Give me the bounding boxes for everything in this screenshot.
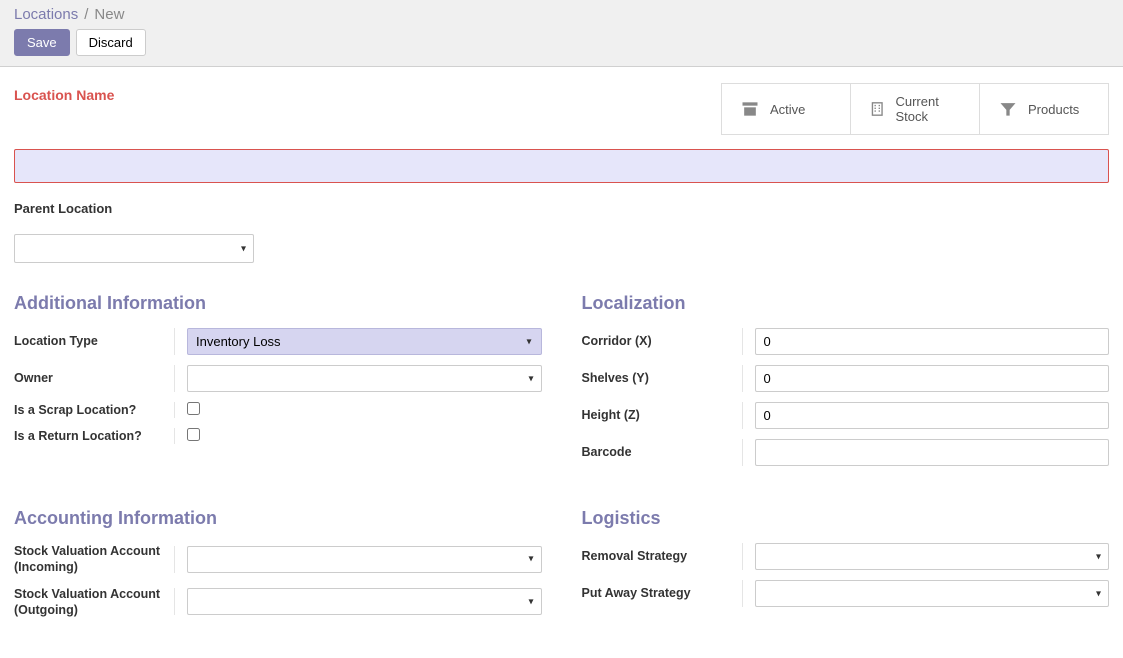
accounting-title: Accounting Information [14, 508, 542, 529]
stat-products[interactable]: Products [980, 84, 1108, 134]
form-content: Location Name Active Current Stock Produ… [0, 67, 1123, 658]
return-checkbox[interactable] [187, 428, 200, 441]
height-input[interactable] [755, 402, 1110, 429]
height-label: Height (Z) [582, 407, 742, 423]
row-outgoing: Stock Valuation Account (Outgoing) [14, 586, 542, 619]
incoming-input[interactable] [187, 546, 542, 573]
parent-location-label: Parent Location [14, 201, 1109, 216]
stat-current-stock[interactable]: Current Stock [851, 84, 980, 134]
return-label: Is a Return Location? [14, 428, 174, 444]
scrap-label: Is a Scrap Location? [14, 402, 174, 418]
row-putaway: Put Away Strategy [582, 580, 1110, 607]
stat-current-stock-label: Current Stock [895, 94, 961, 124]
parent-location-input[interactable] [14, 234, 254, 263]
putaway-dropdown[interactable] [755, 580, 1110, 607]
discard-button[interactable]: Discard [76, 29, 146, 56]
col-additional: Additional Information Location Type Inv… [14, 293, 542, 476]
breadcrumb-sep: / [84, 6, 88, 23]
shelves-label: Shelves (Y) [582, 370, 742, 386]
putaway-input[interactable] [755, 580, 1110, 607]
stat-active-label: Active [770, 102, 805, 117]
corridor-input[interactable] [755, 328, 1110, 355]
row-barcode: Barcode [582, 439, 1110, 466]
owner-input[interactable] [187, 365, 542, 392]
outgoing-label: Stock Valuation Account (Outgoing) [14, 586, 174, 619]
location-name-label: Location Name [14, 83, 114, 103]
row-incoming: Stock Valuation Account (Incoming) [14, 543, 542, 576]
action-buttons: Save Discard [14, 29, 1109, 56]
stat-products-label: Products [1028, 102, 1079, 117]
scrap-checkbox[interactable] [187, 402, 200, 415]
stat-active[interactable]: Active [722, 84, 851, 134]
row-return: Is a Return Location? [14, 428, 542, 444]
breadcrumb-parent[interactable]: Locations [14, 6, 78, 23]
parent-location-block: Parent Location [14, 201, 1109, 263]
outgoing-input[interactable] [187, 588, 542, 615]
location-type-select[interactable]: Inventory Loss [187, 328, 542, 355]
owner-dropdown[interactable] [187, 365, 542, 392]
outgoing-dropdown[interactable] [187, 588, 542, 615]
archive-icon [740, 99, 760, 119]
owner-label: Owner [14, 370, 174, 386]
removal-label: Removal Strategy [582, 548, 742, 564]
save-button[interactable]: Save [14, 29, 70, 56]
row-corridor: Corridor (X) [582, 328, 1110, 355]
removal-dropdown[interactable] [755, 543, 1110, 570]
parent-location-dropdown[interactable] [14, 234, 254, 263]
breadcrumb-current: New [94, 6, 124, 23]
corridor-label: Corridor (X) [582, 333, 742, 349]
location-name-input[interactable] [14, 149, 1109, 183]
incoming-dropdown[interactable] [187, 546, 542, 573]
topbar: Locations / New Save Discard [0, 0, 1123, 67]
col-logistics: Logistics Removal Strategy Put Away Stra… [582, 508, 1110, 628]
filter-icon [998, 99, 1018, 119]
row-height: Height (Z) [582, 402, 1110, 429]
barcode-label: Barcode [582, 444, 742, 460]
shelves-input[interactable] [755, 365, 1110, 392]
col-localization: Localization Corridor (X) Shelves (Y) He… [582, 293, 1110, 476]
row-location-type: Location Type Inventory Loss [14, 328, 542, 355]
incoming-label: Stock Valuation Account (Incoming) [14, 543, 174, 576]
row-shelves: Shelves (Y) [582, 365, 1110, 392]
row-removal: Removal Strategy [582, 543, 1110, 570]
stat-buttons: Active Current Stock Products [721, 83, 1109, 135]
row-scrap: Is a Scrap Location? [14, 402, 542, 418]
location-type-select-wrap[interactable]: Inventory Loss [187, 328, 542, 355]
breadcrumb: Locations / New [14, 6, 1109, 23]
row-owner: Owner [14, 365, 542, 392]
columns-1: Additional Information Location Type Inv… [14, 293, 1109, 476]
header-row: Location Name Active Current Stock Produ… [14, 83, 1109, 135]
additional-title: Additional Information [14, 293, 542, 314]
localization-title: Localization [582, 293, 1110, 314]
barcode-input[interactable] [755, 439, 1110, 466]
col-accounting: Accounting Information Stock Valuation A… [14, 508, 542, 628]
removal-input[interactable] [755, 543, 1110, 570]
putaway-label: Put Away Strategy [582, 585, 742, 601]
logistics-title: Logistics [582, 508, 1110, 529]
columns-2: Accounting Information Stock Valuation A… [14, 508, 1109, 628]
building-icon [869, 99, 885, 119]
location-type-label: Location Type [14, 333, 174, 349]
